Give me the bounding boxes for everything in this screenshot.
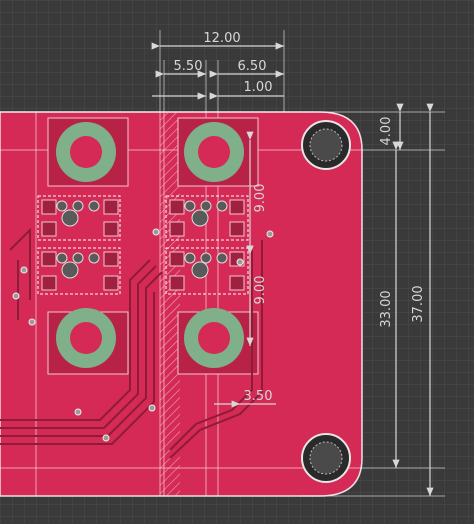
pad-drill: [198, 322, 230, 354]
dim-label-hole-inset: 4.00: [379, 117, 394, 146]
silk-rail-left: [160, 112, 180, 496]
dim-label-outer-height: 37.00: [411, 285, 426, 322]
dim-label-small-gap: 1.00: [244, 80, 273, 95]
mounting-hole-bottom[interactable]: [301, 433, 351, 483]
pcb-canvas[interactable]: 12.00 5.50 6.50 1.00 3.50 4.00 33.00 37.…: [0, 0, 474, 524]
pad-drill: [70, 322, 102, 354]
pad-drill: [70, 136, 102, 168]
dim-label-pad-pitch-a: 9.00: [253, 184, 268, 213]
dim-label-top-total: 12.00: [203, 31, 240, 46]
pad-drill: [198, 136, 230, 168]
dim-label-pad-pitch-b: 9.00: [253, 276, 268, 305]
dim-label-right-offset: 6.50: [238, 59, 267, 74]
mounting-hole-top[interactable]: [301, 120, 351, 170]
dim-label-left-offset: 5.50: [174, 59, 203, 74]
dim-label-inner-height: 33.00: [379, 290, 394, 327]
dim-label-trace-offset: 3.50: [244, 389, 273, 404]
